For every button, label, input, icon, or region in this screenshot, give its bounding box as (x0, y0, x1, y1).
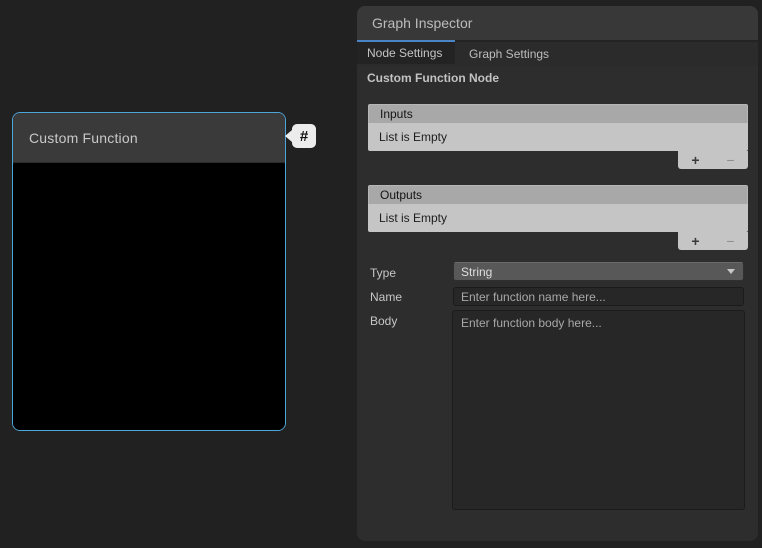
type-field-label: Type (370, 266, 396, 280)
node-title: Custom Function (13, 130, 138, 146)
inspector-title: Graph Inspector (357, 15, 472, 31)
remove-input-button[interactable]: − (716, 151, 746, 169)
add-input-button[interactable]: + (681, 151, 711, 169)
tab-node-settings[interactable]: Node Settings (357, 40, 455, 64)
node-header[interactable]: Custom Function (13, 113, 285, 163)
remove-output-button[interactable]: − (716, 232, 746, 250)
add-output-button[interactable]: + (681, 232, 711, 250)
outputs-list-title: Outputs (380, 188, 422, 202)
node-hash-badge[interactable]: # (292, 124, 316, 148)
inputs-list: Inputs List is Empty + − (368, 104, 748, 151)
inputs-list-footer: + − (678, 151, 748, 169)
custom-function-node[interactable]: Custom Function (12, 112, 286, 431)
function-body-input[interactable] (452, 310, 745, 510)
graph-inspector-panel: Graph Inspector Node Settings Graph Sett… (357, 6, 758, 541)
outputs-list: Outputs List is Empty + − (368, 185, 748, 232)
node-preview-area (13, 164, 285, 430)
tab-graph-settings[interactable]: Graph Settings (455, 42, 563, 66)
badge-tail-icon (285, 130, 292, 142)
inputs-list-header[interactable]: Inputs (368, 104, 748, 123)
outputs-list-footer: + − (678, 232, 748, 250)
outputs-empty-row: List is Empty (368, 204, 748, 232)
type-dropdown-value: String (454, 265, 727, 279)
tab-graph-settings-label: Graph Settings (469, 47, 549, 61)
function-name-input[interactable] (453, 287, 744, 306)
type-dropdown[interactable]: String (453, 262, 744, 281)
name-field-label: Name (370, 290, 402, 304)
inspector-tabbar: Node Settings Graph Settings (357, 40, 758, 66)
body-field-label: Body (370, 314, 397, 328)
inputs-empty-label: List is Empty (379, 130, 447, 144)
hash-icon: # (300, 129, 308, 144)
inputs-empty-row: List is Empty (368, 123, 748, 151)
shader-graph-window: Custom Function # Graph Inspector Node S… (0, 0, 762, 548)
outputs-list-header[interactable]: Outputs (368, 185, 748, 204)
node-settings-heading: Custom Function Node (367, 71, 499, 85)
outputs-empty-label: List is Empty (379, 211, 447, 225)
chevron-down-icon (727, 269, 735, 274)
tab-node-settings-label: Node Settings (367, 46, 442, 60)
inspector-titlebar[interactable]: Graph Inspector (357, 6, 758, 40)
inputs-list-title: Inputs (380, 107, 413, 121)
